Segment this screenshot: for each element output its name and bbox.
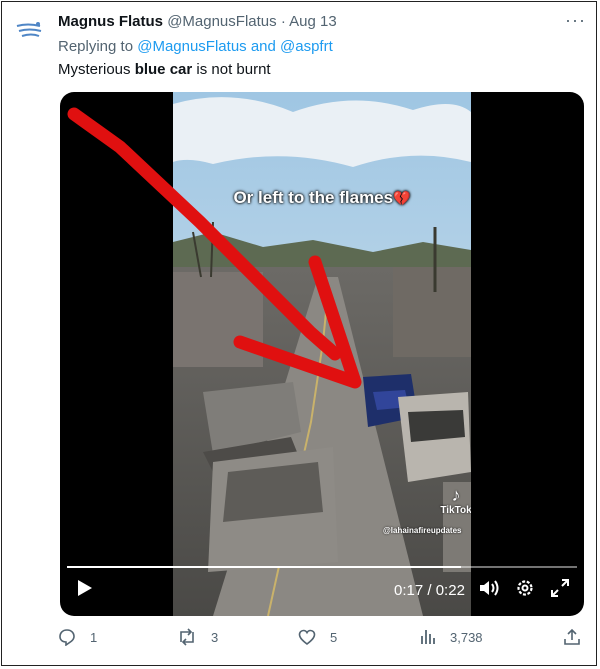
reply-prefix: Replying to (58, 38, 134, 55)
views-icon (421, 630, 435, 644)
bird-logo-icon[interactable] (14, 18, 44, 44)
settings-icon[interactable] (515, 578, 535, 598)
share-icon (564, 628, 580, 645)
video-time: 0:17 / 0:22 (394, 582, 465, 599)
retweet-action[interactable]: 3 (177, 628, 218, 646)
separator-dot: · (280, 13, 286, 30)
like-action[interactable]: 5 (298, 628, 337, 646)
share-action[interactable] (563, 628, 595, 646)
tweet-header: Magnus Flatus @MagnusFlatus · Aug 13 (58, 13, 337, 30)
progress-fill (67, 566, 462, 568)
progress-bar[interactable] (67, 566, 577, 568)
duration: 0:22 (435, 582, 465, 599)
video-controls: 0:17 / 0:22 (60, 556, 584, 616)
volume-icon[interactable] (478, 578, 500, 598)
reply-action[interactable]: 1 (58, 628, 97, 646)
red-arrow-annotation (67, 107, 362, 389)
author-name[interactable]: Magnus Flatus (58, 13, 163, 30)
reply-icon (59, 629, 75, 646)
reply-count: 1 (90, 629, 98, 645)
tweet-actions: 1 3 5 3,738 (0, 628, 600, 656)
views-action[interactable]: 3,738 (420, 628, 483, 646)
reply-mentions-link[interactable]: @MagnusFlatus and @aspfrt (137, 38, 333, 55)
retweet-count: 3 (211, 629, 219, 645)
time-separator: / (427, 582, 432, 599)
like-count: 5 (330, 629, 338, 645)
tweet-date[interactable]: Aug 13 (289, 13, 337, 30)
replying-to: Replying to @MagnusFlatus and @aspfrt (58, 38, 333, 55)
more-icon[interactable]: ··· (565, 10, 586, 31)
tweet-text-after: is not burnt (192, 61, 271, 78)
author-handle[interactable]: @MagnusFlatus (167, 13, 276, 30)
views-count: 3,738 (450, 629, 483, 645)
play-icon[interactable] (76, 578, 94, 598)
current-time: 0:17 (394, 582, 424, 599)
retweet-icon (180, 628, 194, 646)
fullscreen-icon[interactable] (550, 578, 570, 598)
like-icon (298, 629, 316, 646)
tweet-text-before: Mysterious (58, 61, 135, 78)
video-player[interactable]: Or left to the flames💔 ♪ TikTok @lahaina… (60, 92, 584, 616)
tweet-text: Mysterious blue car is not burnt (58, 61, 271, 78)
tweet-text-bold: blue car (134, 61, 193, 78)
